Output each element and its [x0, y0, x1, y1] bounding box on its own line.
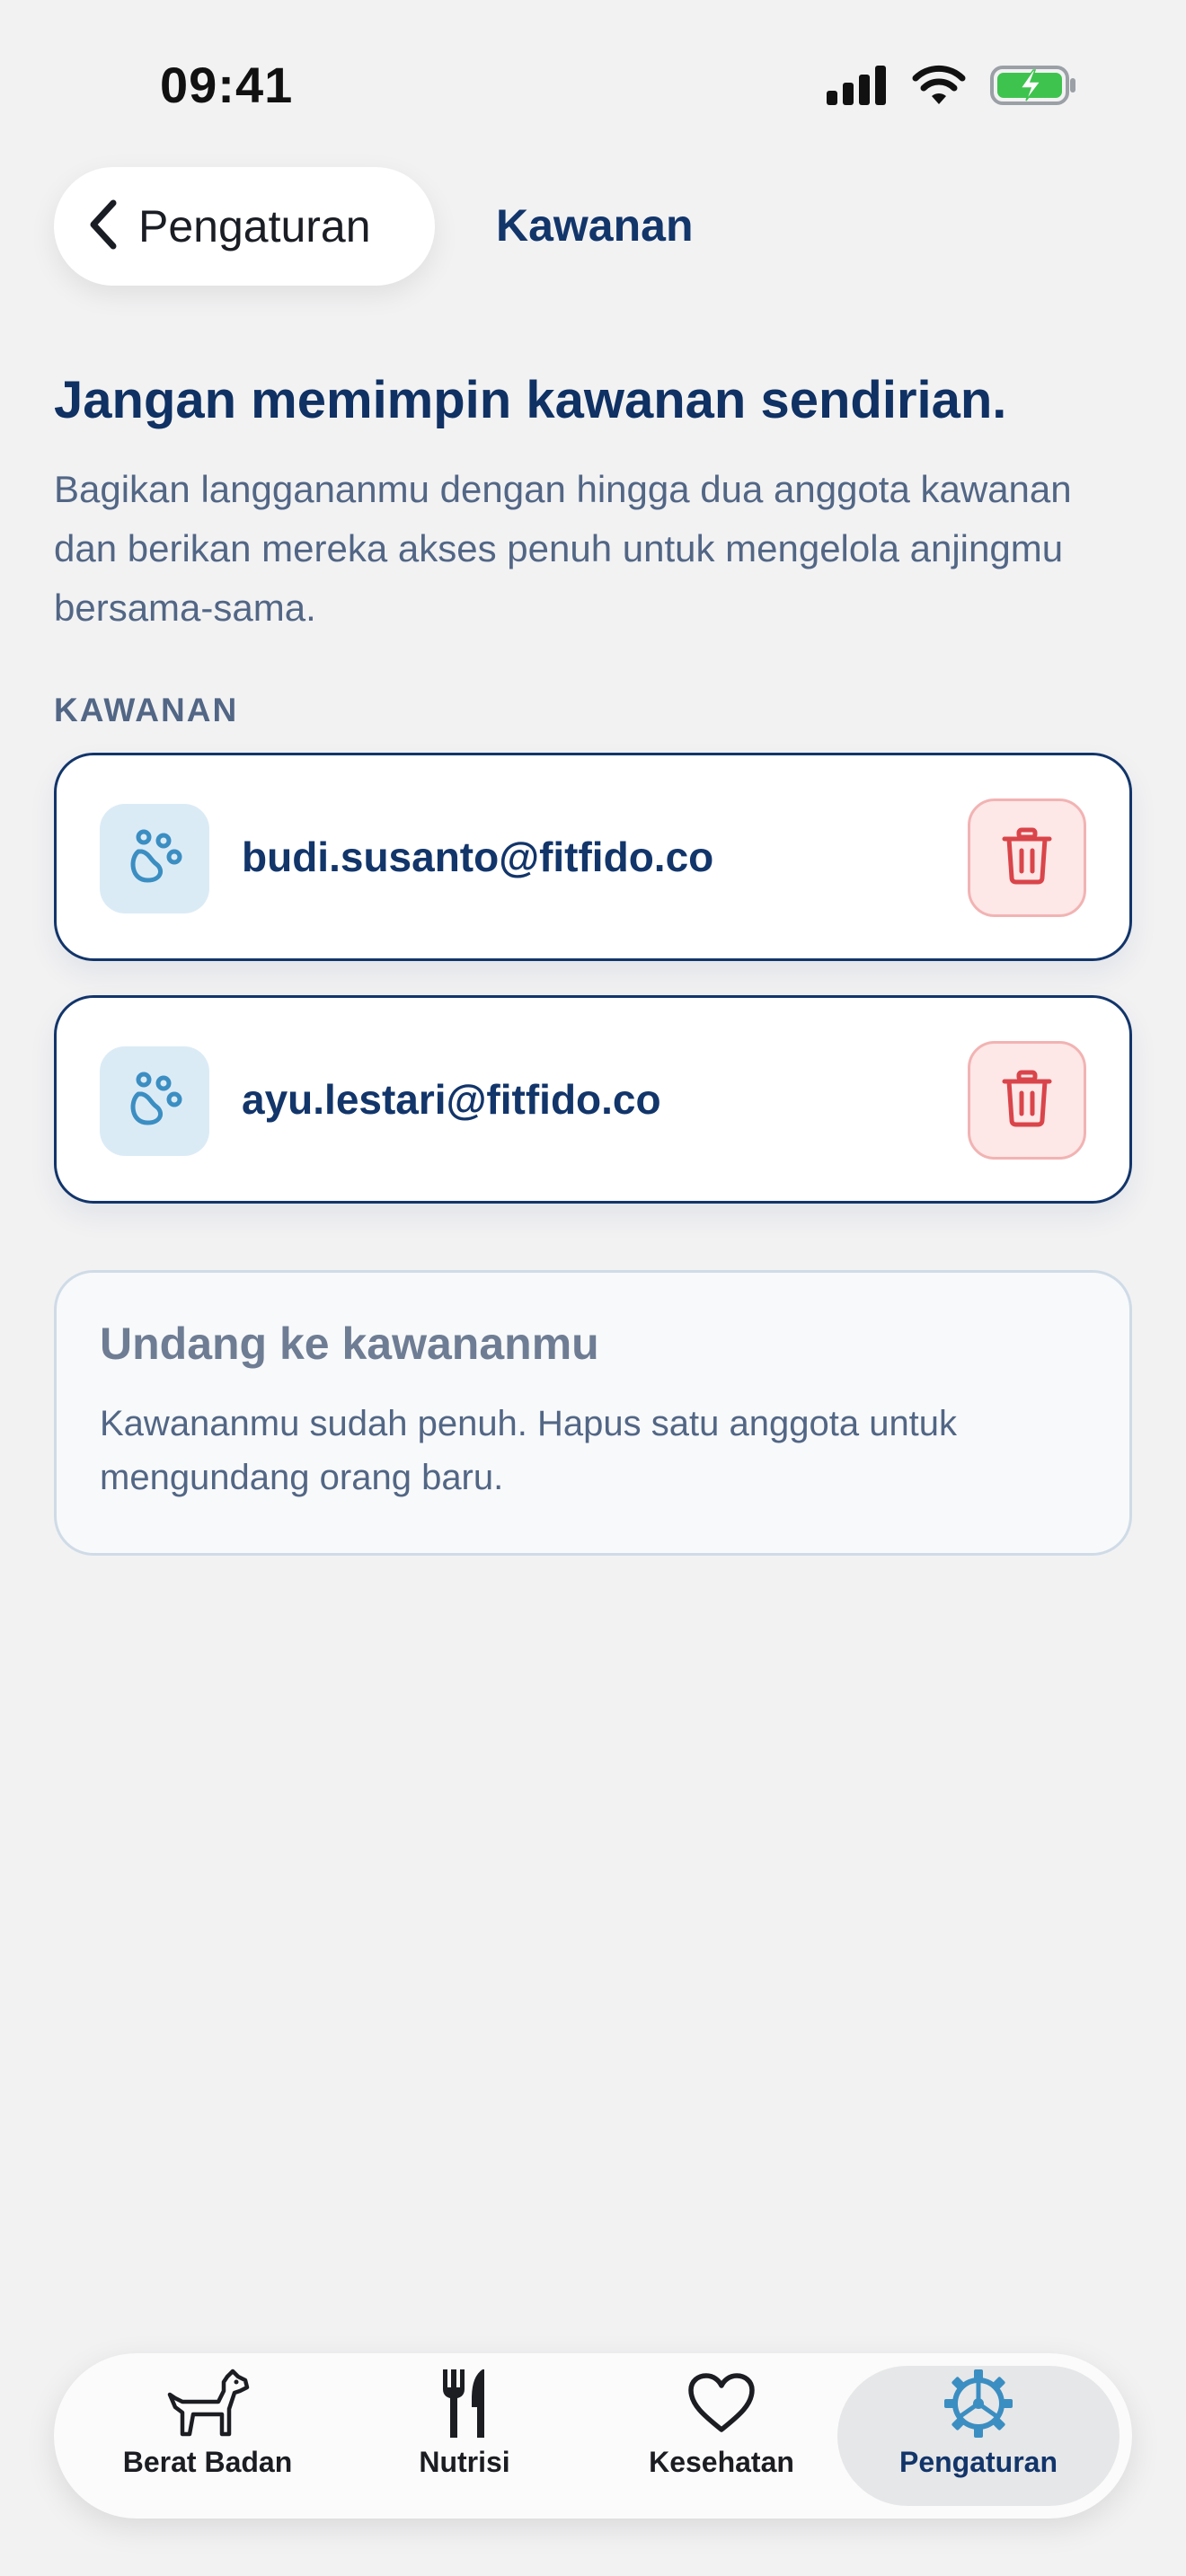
tab-nutrisi[interactable]: Nutrisi	[323, 2366, 606, 2506]
wifi-icon	[911, 65, 967, 110]
avatar	[100, 804, 209, 913]
tab-label: Pengaturan	[898, 2446, 1058, 2478]
section-label-kawanan: KAWANAN	[54, 692, 239, 728]
status-time: 09:41	[160, 57, 294, 113]
status-bar: 09:41	[0, 0, 1186, 171]
tab-label: Nutrisi	[419, 2446, 510, 2478]
member-email: ayu.lestari@fitfido.co	[242, 1076, 661, 1123]
back-button[interactable]: Pengaturan	[54, 167, 435, 286]
headline: Jangan memimpin kawanan sendirian.	[54, 371, 1007, 429]
battery-charging-icon	[990, 65, 1076, 110]
tab-bar: Berat Badan Nutrisi Kesehatan Pengaturan	[54, 2353, 1132, 2519]
status-icons	[827, 65, 1076, 110]
paw-icon	[124, 826, 185, 892]
paw-icon	[124, 1069, 185, 1134]
tab-label: Berat Badan	[122, 2446, 293, 2478]
page-title: Kawanan	[496, 200, 694, 251]
tab-kesehatan[interactable]: Kesehatan	[580, 2366, 863, 2506]
chevron-left-icon	[86, 198, 122, 256]
member-email: budi.susanto@fitfido.co	[242, 834, 714, 880]
member-card: budi.susanto@fitfido.co	[54, 753, 1132, 961]
fork-knife-icon	[436, 2366, 493, 2440]
gear-icon	[943, 2366, 1014, 2440]
heart-icon	[687, 2366, 756, 2440]
invite-title: Undang ke kawananmu	[100, 1319, 599, 1369]
back-button-label: Pengaturan	[138, 201, 371, 251]
delete-member-button[interactable]	[968, 1041, 1086, 1160]
delete-member-button[interactable]	[968, 798, 1086, 917]
tab-pengaturan[interactable]: Pengaturan	[837, 2366, 1120, 2506]
tab-label: Kesehatan	[649, 2446, 794, 2478]
member-card: ayu.lestari@fitfido.co	[54, 995, 1132, 1204]
trash-icon	[1001, 827, 1053, 889]
trash-icon	[1001, 1070, 1053, 1132]
invite-description: Kawananmu sudah penuh. Hapus satu anggot…	[100, 1404, 958, 1497]
invite-card: Undang ke kawananmu Kawananmu sudah penu…	[54, 1270, 1132, 1556]
intro-description: Bagikan langgananmu dengan hingga dua an…	[54, 468, 1072, 629]
tab-berat-badan[interactable]: Berat Badan	[66, 2366, 349, 2506]
dog-icon	[163, 2366, 252, 2440]
cellular-signal-icon	[827, 66, 888, 110]
avatar	[100, 1046, 209, 1156]
